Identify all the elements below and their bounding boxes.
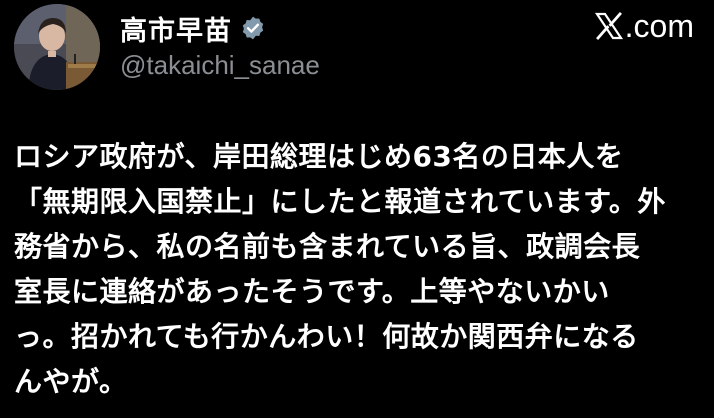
author-display-name[interactable]: 高市早苗 (120, 9, 232, 48)
author-name-row: 高市早苗 (120, 8, 266, 48)
x-logo-icon (594, 11, 624, 41)
post-body-line: んやが。 (14, 365, 128, 398)
post-card: 高市早苗 @takaichi_sanae .com ロシア政府が、岸田総理はじめ… (0, 0, 714, 418)
author-avatar[interactable] (14, 4, 100, 90)
author-handle[interactable]: @takaichi_sanae (120, 50, 320, 81)
verified-badge-icon (240, 15, 266, 41)
post-body-line: ロシア政府が、岸田総理はじめ63名の日本人を (14, 140, 624, 173)
brand-mark[interactable]: .com (594, 6, 694, 46)
post-body-line: 「無期限入国禁止」にしたと報道されています。外 (14, 185, 666, 218)
post-body-line: っ。招かれても行かんわい！何故か関西弁になる (14, 320, 639, 353)
post-body: ロシア政府が、岸田総理はじめ63名の日本人を 「無期限入国禁止」にしたと報道され… (14, 134, 704, 404)
post-body-line: 室長に連絡があったそうです。上等やないかい (14, 275, 610, 308)
person-avatar-icon (14, 4, 100, 90)
post-body-line: 務省から、私の名前も含まれている旨、政調会長 (14, 230, 641, 263)
brand-domain: .com (624, 8, 694, 44)
